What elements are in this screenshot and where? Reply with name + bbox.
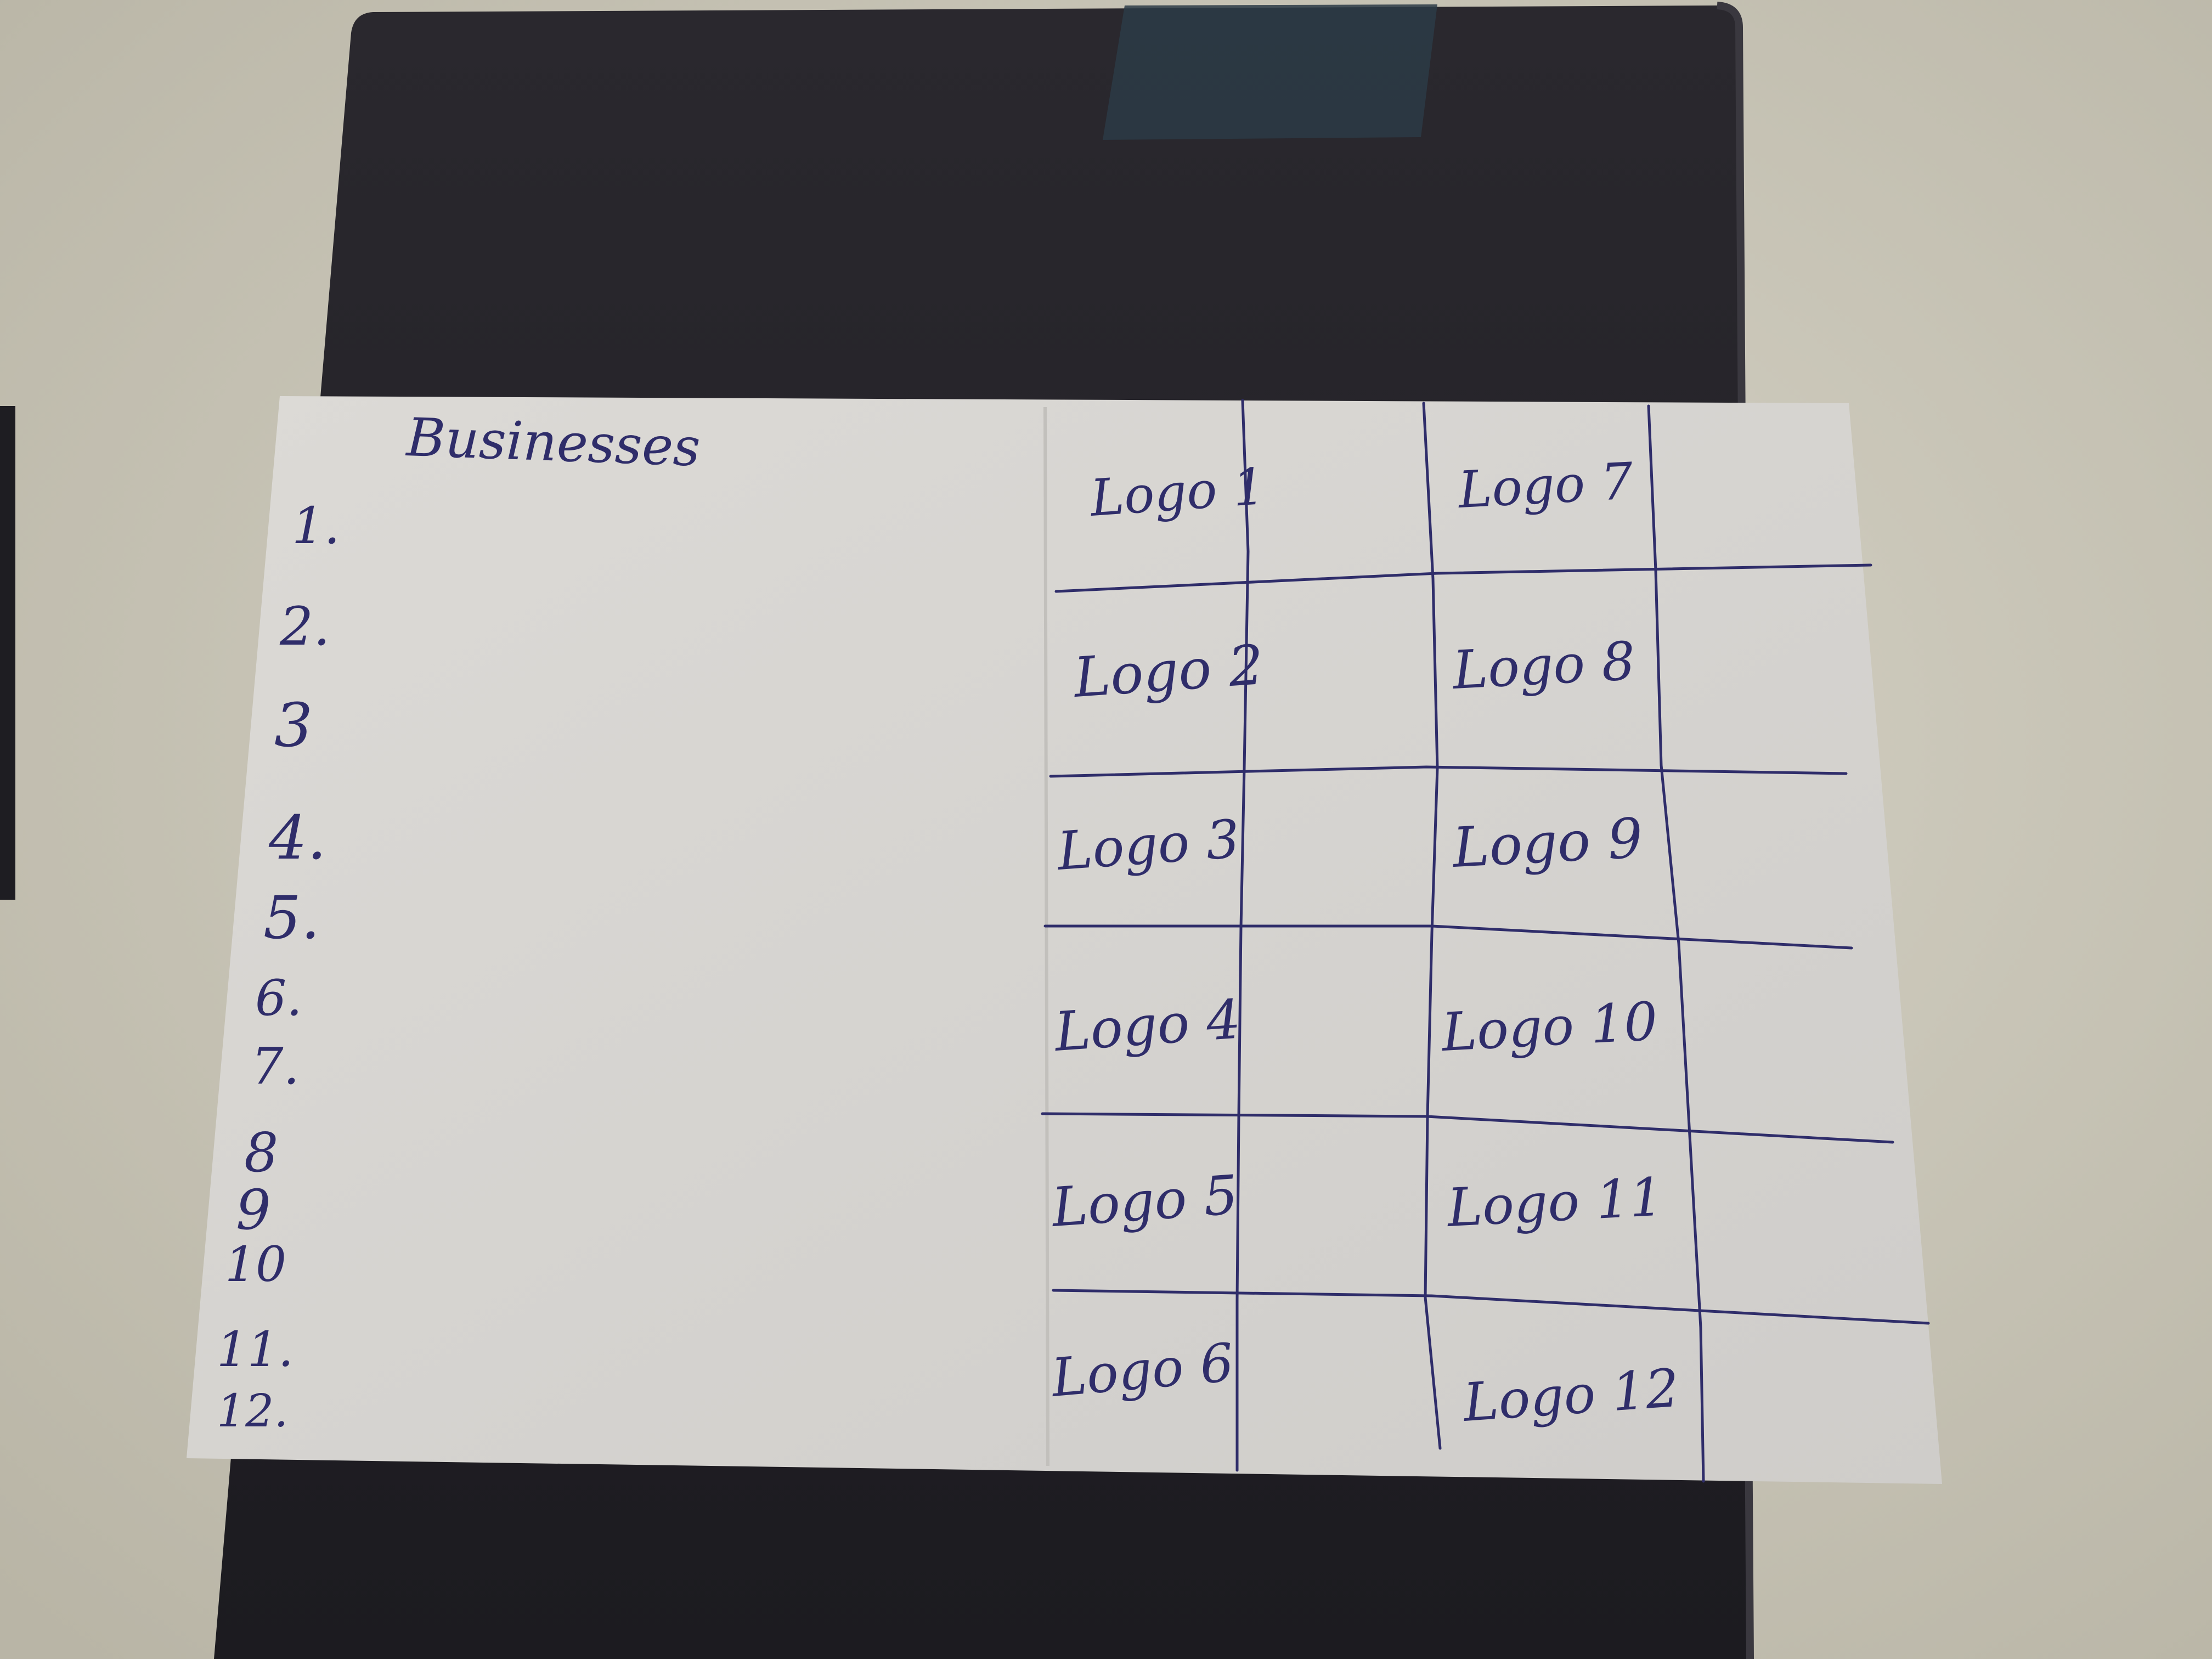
list-number-12: 12. <box>217 1385 288 1437</box>
logo-cell-3: Logo 3 <box>1054 808 1242 882</box>
clipboard-clip <box>1103 4 1437 140</box>
dark-object-left <box>0 406 15 900</box>
list-number-1: 1. <box>292 496 340 555</box>
logo-cell-7: Logo 7 <box>1456 452 1635 520</box>
list-number-11: 11. <box>217 1321 294 1378</box>
logo-cell-11: Logo 11 <box>1444 1166 1664 1239</box>
logo-cell-5: Logo 5 <box>1049 1164 1240 1240</box>
logo-cell-10: Logo 10 <box>1439 991 1659 1064</box>
list-number-8: 8 <box>244 1122 278 1184</box>
logo-cell-2: Logo 2 <box>1071 633 1266 710</box>
list-number-9: 9 <box>236 1178 271 1242</box>
list-number-2: 2. <box>279 596 330 657</box>
list-number-5: 5. <box>263 884 320 952</box>
list-number-10: 10 <box>225 1236 286 1293</box>
list-number-3: 3 <box>274 690 313 760</box>
list-number-4: 4. <box>268 803 326 873</box>
logo-cell-1: Logo 1 <box>1087 457 1267 528</box>
logo-cell-4: Logo 4 <box>1052 989 1243 1064</box>
sketch-title: Businesses <box>404 407 701 478</box>
logo-cell-9: Logo 9 <box>1450 806 1644 880</box>
logo-cell-8: Logo 8 <box>1450 630 1637 701</box>
list-number-6: 6. <box>255 969 302 1027</box>
photo-scene: Businesses 1. 2. 3 4. 5. 6. 7. 8 9 10 11… <box>0 0 2212 1659</box>
list-number-7: 7. <box>251 1037 300 1096</box>
